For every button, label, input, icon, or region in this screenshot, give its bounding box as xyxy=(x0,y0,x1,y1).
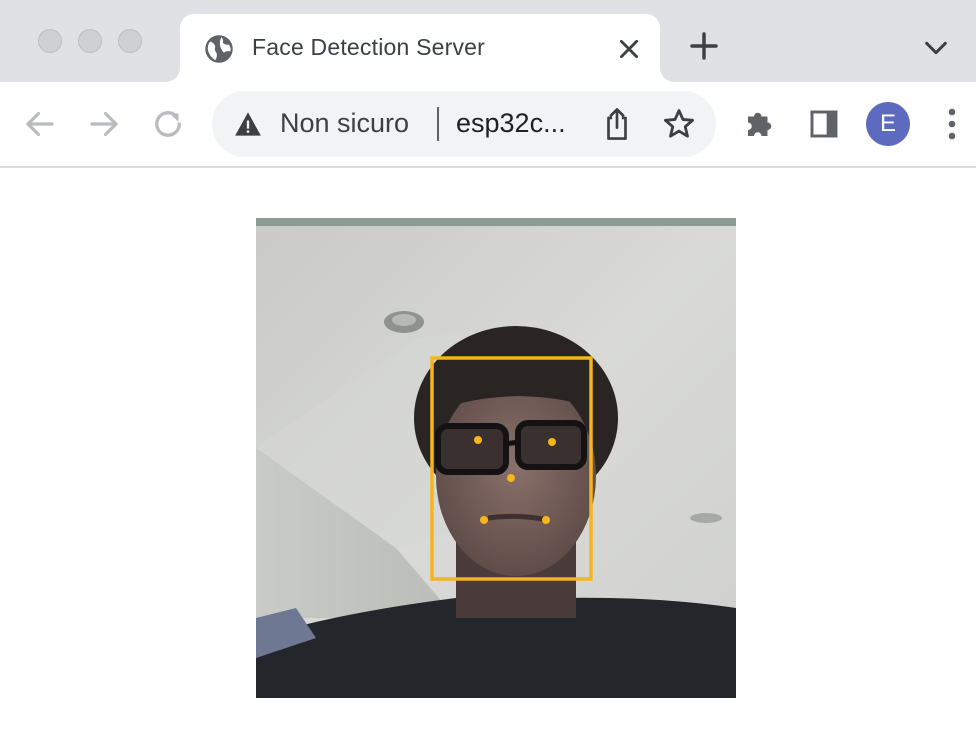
security-status-label[interactable]: Non sicuro xyxy=(280,108,409,139)
url-text[interactable]: esp32c... xyxy=(456,108,566,139)
nose-landmark xyxy=(507,474,515,482)
chevron-down-icon[interactable] xyxy=(922,36,950,60)
side-panel-icon[interactable] xyxy=(808,108,840,140)
active-tab[interactable]: Face Detection Server xyxy=(180,14,660,82)
left-eye-landmark xyxy=(474,436,482,444)
right-eye-landmark xyxy=(548,438,556,446)
mouth-left-landmark xyxy=(480,516,488,524)
window-close-button[interactable] xyxy=(38,29,62,53)
omnibox-divider xyxy=(437,107,439,141)
plus-icon[interactable] xyxy=(688,30,720,62)
mouth-right-landmark xyxy=(542,516,550,524)
camera-stream-image xyxy=(256,218,736,698)
window-minimize-button[interactable] xyxy=(78,29,102,53)
share-icon[interactable] xyxy=(602,107,632,141)
star-icon[interactable] xyxy=(662,107,696,141)
browser-toolbar: Non sicuro esp32c... E xyxy=(0,82,976,168)
globe-icon xyxy=(205,35,233,63)
camera-frame xyxy=(256,218,736,698)
more-vert-icon[interactable] xyxy=(938,106,966,142)
address-bar[interactable]: Non sicuro esp32c... xyxy=(212,91,716,157)
tab-title: Face Detection Server xyxy=(252,34,486,60)
close-icon[interactable] xyxy=(616,36,642,62)
profile-avatar[interactable]: E xyxy=(866,102,910,146)
arrow-right-icon[interactable] xyxy=(86,106,122,142)
warning-triangle-icon[interactable] xyxy=(234,111,262,137)
arrow-left-icon[interactable] xyxy=(22,106,58,142)
puzzle-icon[interactable] xyxy=(742,106,778,142)
reload-icon[interactable] xyxy=(150,106,186,142)
window-zoom-button[interactable] xyxy=(118,29,142,53)
tab-strip: Face Detection Server xyxy=(0,0,976,82)
